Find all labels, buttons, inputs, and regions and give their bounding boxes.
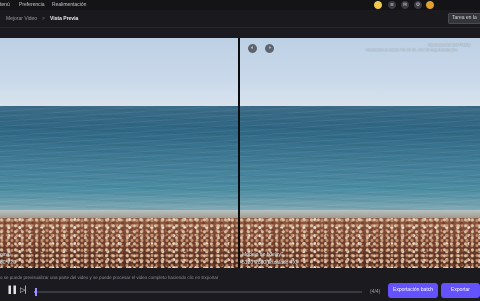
next-frame-icon[interactable]: ▷▏ [20,287,31,295]
system-tray: ≋ ✉ ⚙ [374,0,474,10]
time-counter: (4/4) [370,289,381,295]
menu-item-menu[interactable]: tenú [0,2,10,8]
breadcrumb-separator: > [42,16,45,22]
menu-item-feedback[interactable]: Realimentación [52,2,86,8]
menu-item-preferences[interactable]: Preferencia [19,2,45,8]
menu-bar: tenú Preferencia Realimentación ≋ ✉ ⚙ [0,0,480,10]
pause-icon[interactable]: ▐▐ [6,287,16,295]
mail-icon[interactable]: ✉ [401,1,409,9]
beach-image-enhanced [240,38,480,268]
original-resolution: 80*720 [0,260,16,266]
export-button[interactable]: Exportar [441,283,480,298]
enhanced-resolution: 5120*2880(Escalado 4X) [242,260,298,266]
playback-controls: ▐▐ ▷▏ (4/4) Exportación batch Exportar [0,281,480,301]
compare-icon[interactable]: ◑ [265,44,274,53]
breadcrumb-root[interactable]: Mejorar Video [6,16,37,22]
model-label: Modelo de fidelity [242,252,281,258]
original-label: ginal [0,252,11,258]
timeline-playhead[interactable] [34,288,37,296]
task-queue-button[interactable]: Tarea en la [448,13,480,24]
enhanced-preview: ◐ ◑ Resolución 5K 16:9 Fidelity Resoluci… [240,38,480,268]
zoom-icon[interactable]: ◐ [248,44,257,53]
batch-export-button[interactable]: Exportación batch [388,283,438,298]
settings-icon[interactable]: ⚙ [414,1,422,9]
beach-image [0,38,238,268]
timeline-slider[interactable] [34,291,362,293]
output-resolution-info: Resolución de salida: 4K, 5K 4X, 10K 5K … [366,48,458,52]
original-preview: ginal 80*720 [0,38,238,268]
model-info: Resolución 5K 16:9 Fidelity [428,43,471,47]
preview-hint-text: o se puede previsualizar una parte del v… [0,275,219,280]
avatar-badge-icon[interactable] [426,1,434,9]
user-avatar-icon[interactable] [374,1,382,9]
toolbar: Mejorar Video > Vista Previa Tarea en la [0,10,480,28]
breadcrumb-current: Vista Previa [50,16,79,22]
wifi-icon[interactable]: ≋ [388,1,396,9]
